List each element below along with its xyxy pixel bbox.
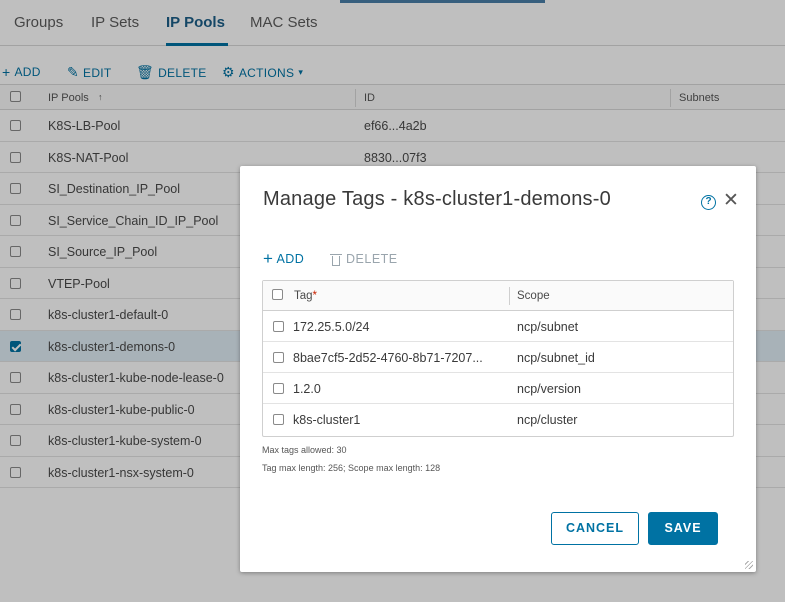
tags-grid-header: Tag* Scope [263, 281, 733, 311]
tag-row[interactable]: 8bae7cf5-2d52-4760-8b71-7207... ncp/subne… [263, 342, 733, 373]
tag-checkbox[interactable] [273, 383, 284, 394]
tag-row[interactable]: 172.25.5.0/24 ncp/subnet [263, 311, 733, 342]
tag-row[interactable]: k8s-cluster1 ncp/cluster [263, 404, 733, 435]
select-all-tags-checkbox[interactable] [272, 289, 283, 300]
plus-icon: + [263, 249, 274, 268]
scope-value[interactable]: ncp/subnet [517, 320, 578, 334]
col-tag-label: Tag [294, 290, 313, 302]
save-button[interactable]: SAVE [648, 512, 718, 545]
scope-value[interactable]: ncp/subnet_id [517, 351, 595, 365]
tag-value[interactable]: k8s-cluster1 [293, 413, 360, 427]
add-tag-label: ADD [276, 252, 305, 266]
help-icon[interactable]: ? [701, 195, 716, 210]
resize-handle[interactable] [745, 561, 753, 569]
tag-value[interactable]: 172.25.5.0/24 [293, 320, 369, 334]
dialog-title: Manage Tags - k8s-cluster1-demons-0 [263, 188, 611, 210]
required-mark: * [312, 290, 318, 302]
tag-row[interactable]: 1.2.0 ncp/version [263, 373, 733, 404]
col-scope: Scope [517, 290, 550, 302]
trash-icon [330, 253, 342, 266]
scope-value[interactable]: ncp/cluster [517, 413, 577, 427]
tag-checkbox[interactable] [273, 414, 284, 425]
max-tags-note: Max tags allowed: 30 [262, 445, 347, 455]
delete-tag-label: DELETE [346, 252, 398, 266]
tag-checkbox[interactable] [273, 321, 284, 332]
col-tag: Tag* [294, 290, 317, 302]
delete-tag-button[interactable]: DELETE [330, 252, 398, 266]
add-tag-button[interactable]: + ADD [263, 249, 305, 268]
tag-value[interactable]: 8bae7cf5-2d52-4760-8b71-7207... [293, 351, 483, 365]
manage-tags-dialog: Manage Tags - k8s-cluster1-demons-0 ? ✕ … [240, 166, 756, 572]
max-length-note: Tag max length: 256; Scope max length: 1… [262, 463, 441, 473]
tags-grid: Tag* Scope 172.25.5.0/24 ncp/subnet 8bae7… [262, 280, 734, 437]
cancel-button[interactable]: CANCEL [551, 512, 639, 545]
scope-value[interactable]: ncp/version [517, 382, 581, 396]
tag-checkbox[interactable] [273, 352, 284, 363]
tag-value[interactable]: 1.2.0 [293, 382, 321, 396]
close-icon[interactable]: ✕ [723, 191, 739, 211]
column-divider [509, 287, 510, 305]
